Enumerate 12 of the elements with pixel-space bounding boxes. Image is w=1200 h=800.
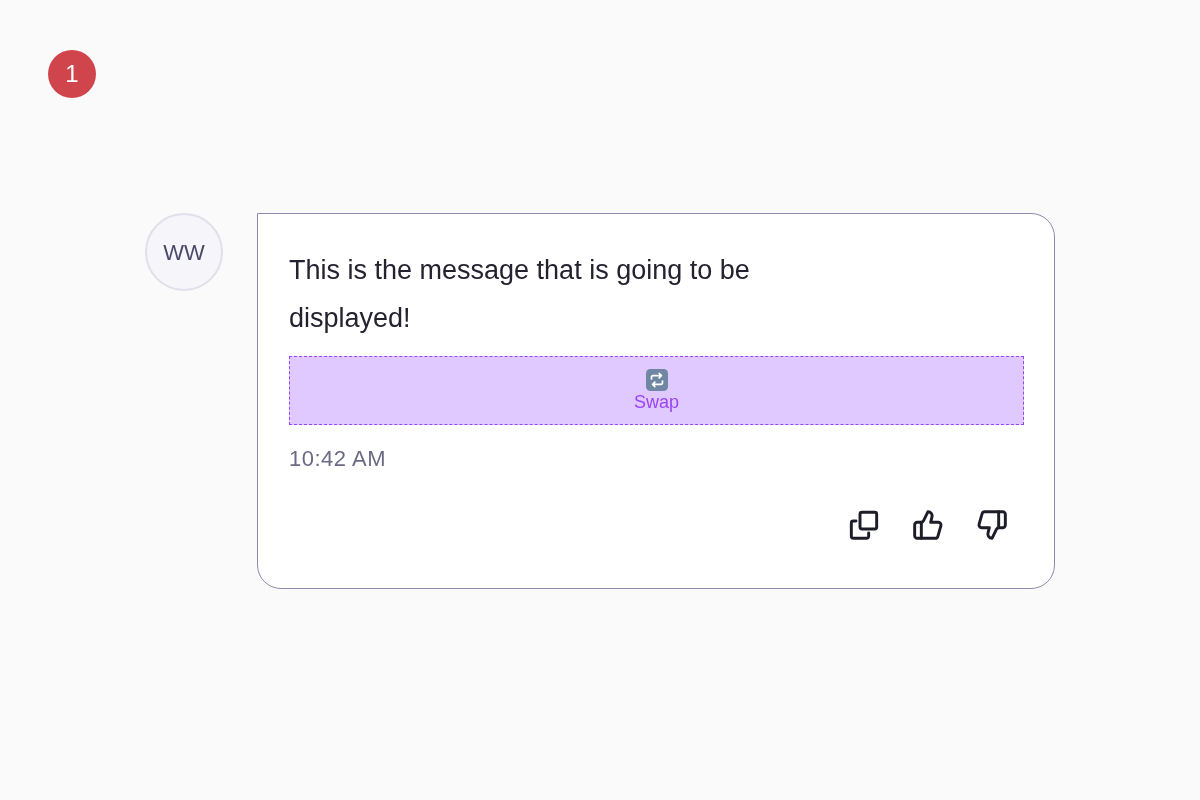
like-button[interactable] bbox=[912, 509, 944, 541]
swap-button[interactable]: Swap bbox=[289, 356, 1024, 425]
repeat-icon bbox=[645, 368, 668, 391]
message-text: This is the message that is going to be displayed! bbox=[289, 254, 751, 335]
thumbs-up-icon bbox=[912, 509, 944, 541]
dislike-button[interactable] bbox=[976, 509, 1008, 541]
copy-icon bbox=[848, 509, 880, 541]
message-time: 10:42 AM bbox=[289, 445, 386, 473]
avatar: WW bbox=[145, 213, 223, 291]
thumbs-down-icon bbox=[976, 509, 1008, 541]
copy-button[interactable] bbox=[848, 509, 880, 541]
notification-badge: 1 bbox=[48, 50, 96, 98]
